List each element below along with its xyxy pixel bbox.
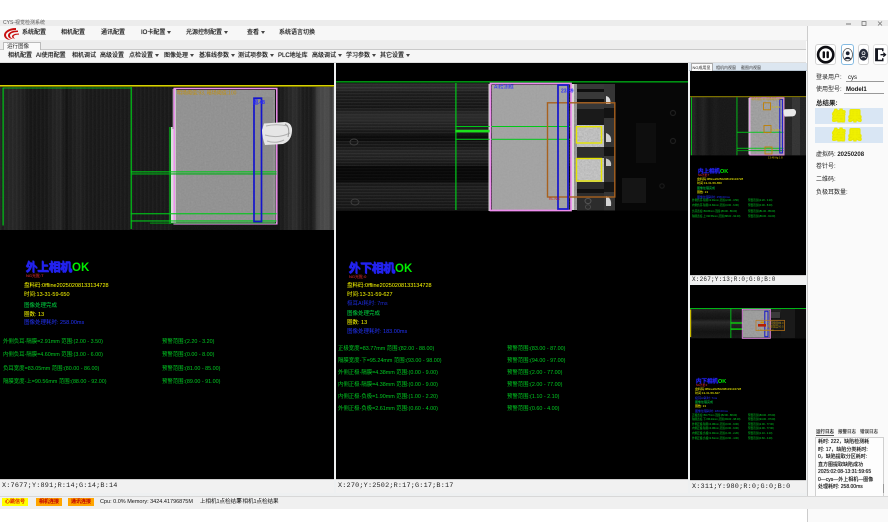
svg-text:图.48: 图.48 [253,99,265,106]
svg-text:RL.NG: RL.NG [549,197,560,201]
svg-text:负耳宽度83.0: 负耳宽度83.0 [768,321,784,325]
svg-text:2.91 4.60 mm: 2.91 4.60 mm [758,328,775,332]
svg-text:23.89: 23.89 [561,89,574,95]
svg-text:13.48 Ag:1 8: 13.48 Ag:1 8 [768,155,783,159]
svg-text:明场阈值:93 暗场阈值:100: 明场阈值:93 暗场阈值:100 [752,96,783,100]
svg-text:AI检测框: AI检测框 [494,84,514,91]
svg-text:隔膜宽度90.5: 隔膜宽度90.5 [768,325,784,329]
svg-text:明场阈值:93, 暗场阈值:100: 明场阈值:93, 暗场阈值:100 [177,90,237,97]
svg-text:12.45:1: 12.45:1 [772,105,781,109]
svg-text:13.48:1: 13.48:1 [772,128,781,132]
